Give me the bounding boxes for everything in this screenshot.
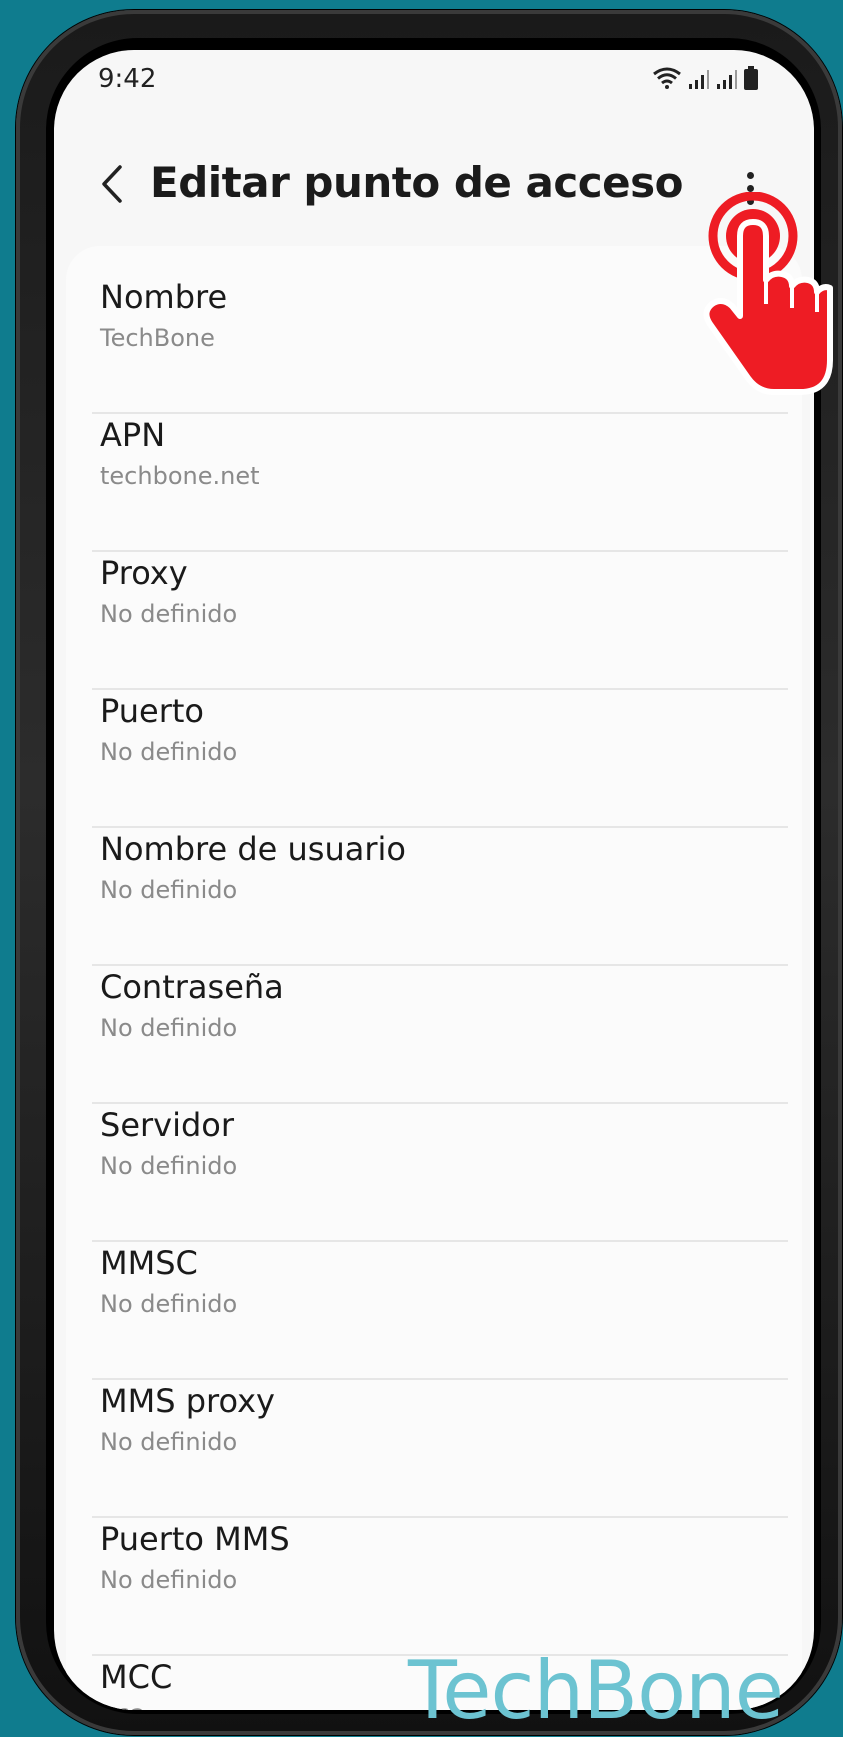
- page-title: Editar punto de acceso: [150, 158, 683, 207]
- status-icons: [652, 66, 758, 90]
- item-value: No definido: [100, 1566, 238, 1594]
- list-item-servidor[interactable]: Servidor No definido: [92, 1104, 788, 1242]
- item-value: techbone.net: [100, 462, 260, 490]
- tap-hand-icon: [703, 192, 833, 395]
- item-value: No definido: [100, 1014, 238, 1042]
- item-label: APN: [100, 416, 166, 454]
- item-value: No definido: [100, 1152, 238, 1180]
- wifi-icon: [653, 67, 681, 89]
- item-label: Nombre: [100, 278, 228, 316]
- list-item-apn[interactable]: APN techbone.net: [92, 414, 788, 552]
- status-bar: 9:42: [54, 50, 814, 106]
- apn-settings-card: Nombre TechBone APN techbone.net Proxy N…: [66, 246, 802, 1710]
- apn-fields-list: Nombre TechBone APN techbone.net Proxy N…: [92, 276, 788, 1710]
- item-value: No definido: [100, 600, 238, 628]
- item-value: TechBone: [100, 324, 215, 352]
- item-label: Servidor: [100, 1106, 235, 1144]
- battery-icon: [744, 66, 758, 90]
- status-time: 9:42: [98, 64, 157, 94]
- item-value: No definido: [100, 1428, 238, 1456]
- item-label: Nombre de usuario: [100, 830, 406, 868]
- item-label: MMSC: [100, 1244, 198, 1282]
- list-item-puerto[interactable]: Puerto No definido: [92, 690, 788, 828]
- item-label: MMS proxy: [100, 1382, 275, 1420]
- signal-icon: [717, 70, 737, 89]
- item-label: Puerto MMS: [100, 1520, 290, 1558]
- item-value: No definido: [100, 876, 238, 904]
- item-value: 262: [100, 1704, 146, 1710]
- list-item-proxy[interactable]: Proxy No definido: [92, 552, 788, 690]
- signal-icon: [689, 70, 709, 89]
- more-vertical-icon: [746, 171, 754, 179]
- chevron-left-icon: [102, 165, 122, 203]
- item-label: Proxy: [100, 554, 188, 592]
- back-button[interactable]: [84, 154, 140, 214]
- list-item-nombre[interactable]: Nombre TechBone: [92, 276, 788, 414]
- list-item-nombre-de-usuario[interactable]: Nombre de usuario No definido: [92, 828, 788, 966]
- list-item-contrasena[interactable]: Contraseña No definido: [92, 966, 788, 1104]
- list-item-mmsc[interactable]: MMSC No definido: [92, 1242, 788, 1380]
- item-value: No definido: [100, 738, 238, 766]
- list-item-mms-proxy[interactable]: MMS proxy No definido: [92, 1380, 788, 1518]
- techbone-watermark: TechBone: [408, 1644, 784, 1737]
- item-label: Contraseña: [100, 968, 284, 1006]
- item-label: MCC: [100, 1658, 173, 1696]
- list-item-puerto-mms[interactable]: Puerto MMS No definido: [92, 1518, 788, 1656]
- item-value: No definido: [100, 1290, 238, 1318]
- item-label: Puerto: [100, 692, 204, 730]
- more-vertical-icon-dot: [746, 184, 754, 192]
